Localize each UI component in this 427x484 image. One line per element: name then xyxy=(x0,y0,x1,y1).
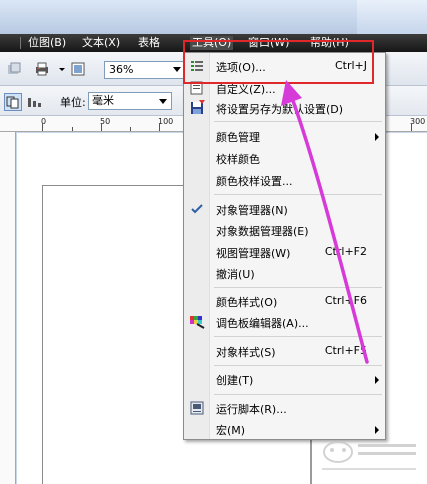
watermark-logo xyxy=(322,441,416,470)
annotation-arrow xyxy=(281,80,369,364)
